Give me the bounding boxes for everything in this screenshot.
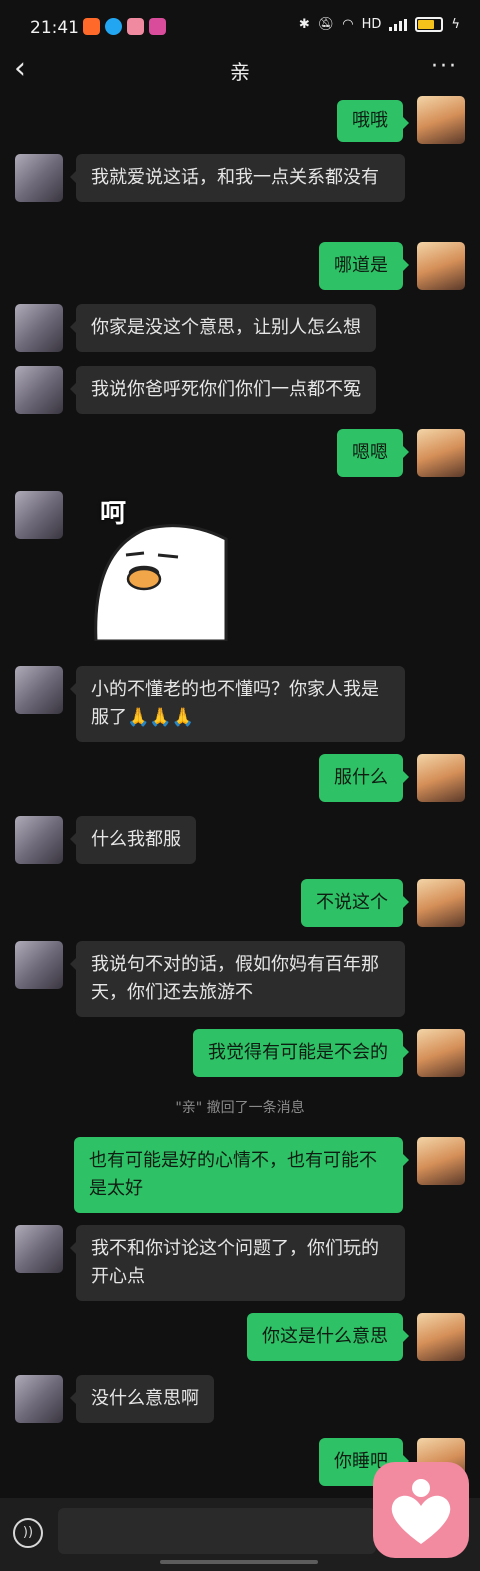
more-options-icon[interactable]: ··· <box>431 54 458 79</box>
contact-avatar[interactable] <box>15 666 63 714</box>
my-avatar[interactable] <box>417 754 465 802</box>
my-avatar[interactable] <box>417 879 465 927</box>
my-avatar[interactable] <box>417 1313 465 1361</box>
message-bubble[interactable]: 我说你爸呼死你们你们一点都不冤 <box>70 366 376 414</box>
heart-icon <box>391 1479 451 1544</box>
voice-input-icon[interactable]: )) <box>13 1518 43 1548</box>
contact-avatar[interactable] <box>15 941 63 989</box>
message-bubble[interactable]: 什么我都服 <box>70 816 196 864</box>
my-avatar[interactable] <box>417 429 465 477</box>
network-label: HD <box>361 17 382 32</box>
contact-avatar[interactable] <box>15 154 63 202</box>
message-bubble[interactable]: 嗯嗯 <box>337 429 409 477</box>
app-notification-icon <box>127 18 144 35</box>
contact-avatar[interactable] <box>15 816 63 864</box>
duck-sticker[interactable]: 呵 <box>86 491 228 643</box>
message-bubble[interactable]: 哦哦 <box>337 100 409 142</box>
message-bubble[interactable]: 小的不懂老的也不懂吗？你家人我是服了🙏🙏🙏 <box>70 666 405 742</box>
message-input[interactable] <box>58 1508 376 1554</box>
contact-avatar[interactable] <box>15 1375 63 1423</box>
status-time: 21:41 <box>30 18 79 38</box>
recall-notice: "亲" 撤回了一条消息 <box>175 1100 305 1116</box>
message-bubble[interactable]: 我不和你讨论这个问题了，你们玩的开心点 <box>70 1225 405 1301</box>
sticker-caption: 呵 <box>100 499 127 529</box>
contact-avatar[interactable] <box>15 366 63 414</box>
chat-title: 亲 <box>230 60 250 84</box>
floating-heart-button[interactable] <box>373 1462 469 1558</box>
my-avatar[interactable] <box>417 1137 465 1185</box>
contact-avatar[interactable] <box>15 1225 63 1273</box>
message-bubble[interactable]: 你家是没这个意思，让别人怎么想 <box>70 304 376 352</box>
bluetooth-icon: ✱ <box>298 17 310 32</box>
message-bubble[interactable]: 我说句不对的话，假如你妈有百年那天，你们还去旅游不 <box>70 941 405 1017</box>
contact-avatar[interactable] <box>15 491 63 539</box>
app-notification-icon <box>149 18 166 35</box>
message-bubble[interactable]: 我就爱说这话，和我一点关系都没有 <box>70 154 405 202</box>
signal-icon <box>389 18 408 31</box>
message-bubble[interactable]: 哪道是 <box>319 242 409 290</box>
message-bubble[interactable]: 我觉得有可能是不会的 <box>193 1029 409 1077</box>
status-indicators: ✱ 🔕︎ ◠ HD ϟ <box>299 17 460 32</box>
my-avatar[interactable] <box>417 1029 465 1077</box>
message-bubble[interactable]: 你这是什么意思 <box>247 1313 409 1361</box>
battery-icon <box>415 17 444 32</box>
charging-icon: ϟ <box>451 17 460 32</box>
contact-avatar[interactable] <box>15 304 63 352</box>
chat-header: ‹ 亲 ··· <box>0 48 480 94</box>
my-avatar[interactable] <box>417 96 465 144</box>
message-bubble[interactable]: 也有可能是好的心情不，也有可能不是太好 <box>74 1137 409 1213</box>
notification-icons <box>83 18 166 35</box>
message-bubble[interactable]: 不说这个 <box>301 879 409 927</box>
wifi-icon: ◠ <box>342 17 354 32</box>
message-bubble[interactable]: 没什么意思啊 <box>70 1375 214 1423</box>
my-avatar[interactable] <box>417 242 465 290</box>
home-indicator <box>160 1560 318 1564</box>
message-bubble[interactable]: 服什么 <box>319 754 409 802</box>
qq-icon <box>105 18 122 35</box>
mute-icon: 🔕︎ <box>317 17 335 32</box>
app-notification-icon <box>83 18 100 35</box>
